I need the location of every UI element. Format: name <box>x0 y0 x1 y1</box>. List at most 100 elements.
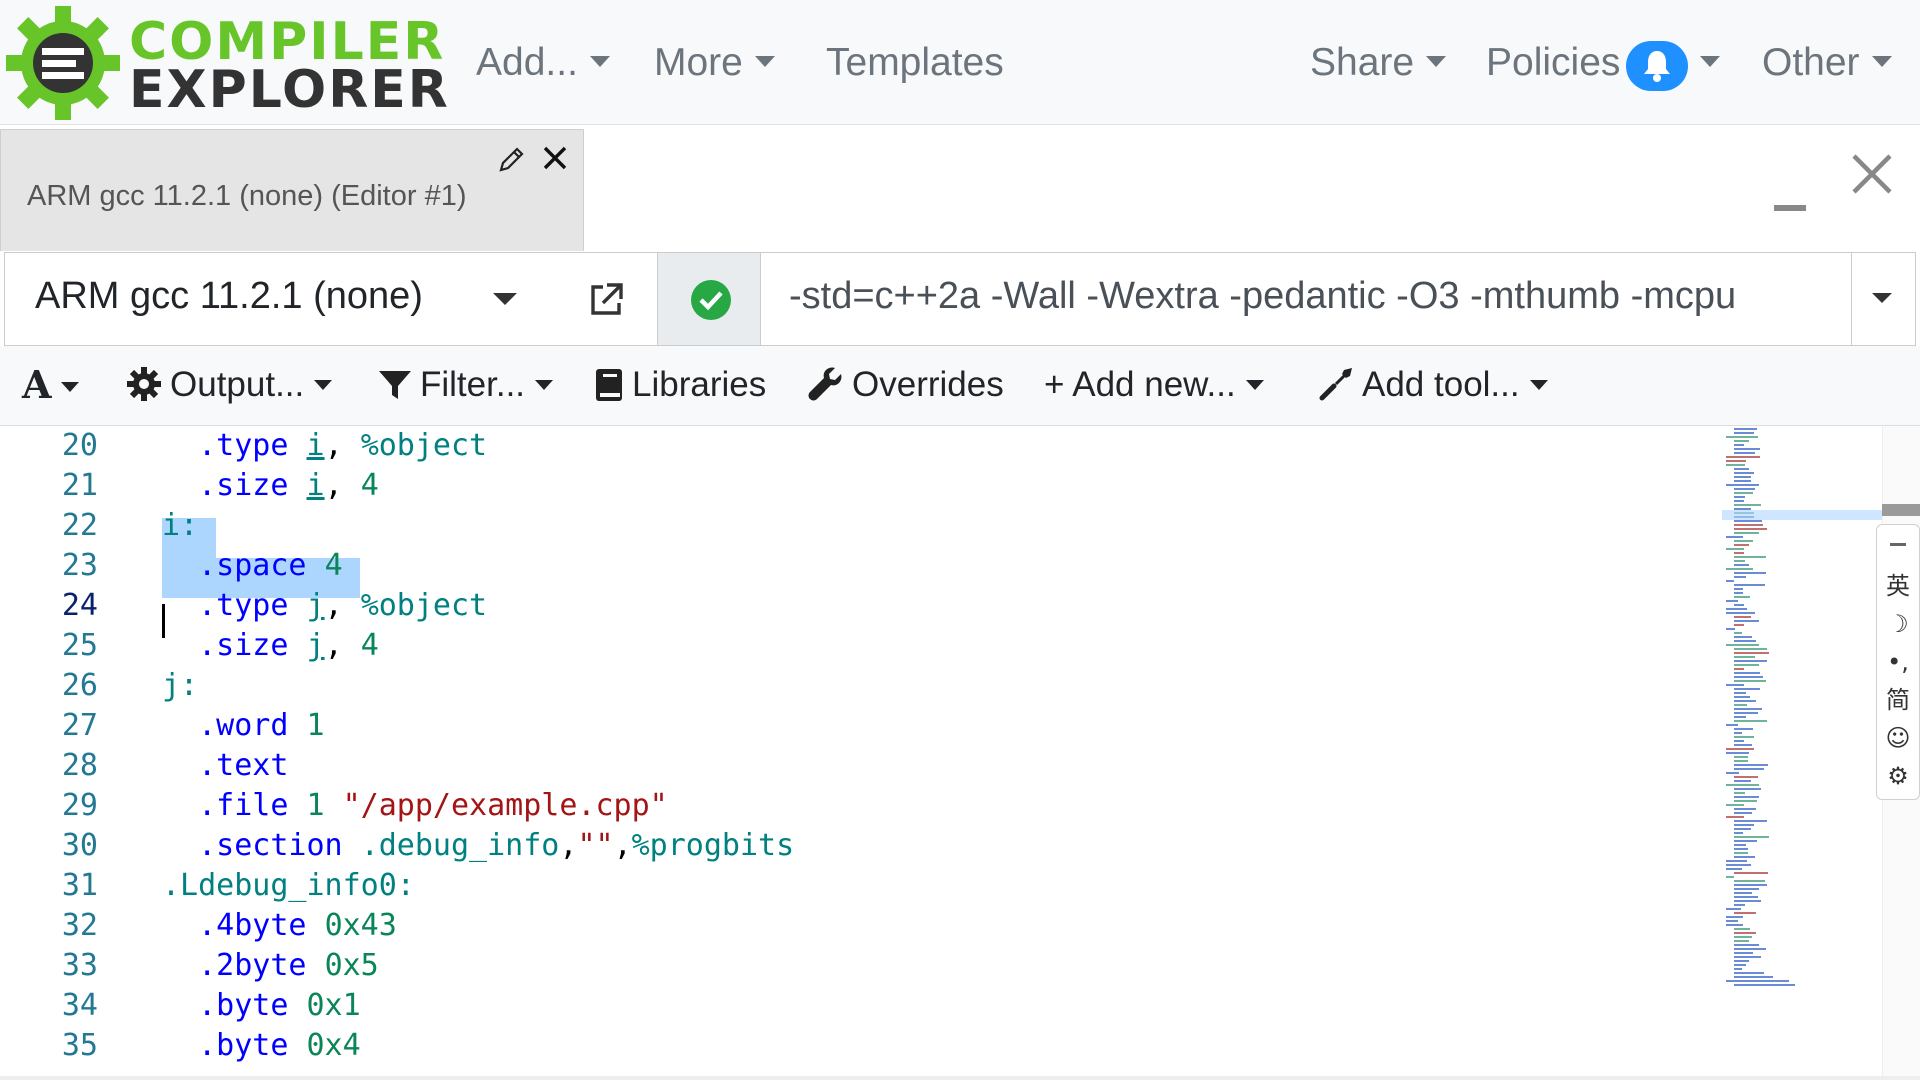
add-tool-menu[interactable]: Add tool... <box>1318 362 1548 408</box>
minimap-line <box>1734 852 1748 854</box>
assembly-output-editor[interactable]: 20 .type i, %object 21 .size i, 4 22 i: 23 .… <box>0 426 1920 1080</box>
ime-button[interactable]: ⚙ <box>1877 757 1919 795</box>
code-line: 33 .2byte 0x5 <box>0 946 1700 986</box>
minimap-line <box>1734 692 1746 694</box>
code-line: 21 .size i, 4 <box>0 466 1700 506</box>
code-line: 26 j: <box>0 666 1700 706</box>
code-token: .word <box>198 708 289 743</box>
close-pane-icon[interactable] <box>1848 150 1896 198</box>
code-line: 35 .byte 0x4 <box>0 1026 1700 1066</box>
minimize-icon[interactable] <box>1772 181 1808 217</box>
minimap-line <box>1734 756 1748 758</box>
minimap-line <box>1734 604 1744 606</box>
minimap-viewport[interactable] <box>1722 510 1882 520</box>
minimap-line <box>1734 528 1767 530</box>
minimap-line <box>1726 752 1749 754</box>
line-source: .byte 0x1 <box>162 986 361 1026</box>
add-new-menu[interactable]: + Add new... <box>1044 362 1264 408</box>
chevron-down-icon <box>61 382 80 392</box>
minimap-line <box>1734 788 1761 790</box>
code-token: .size <box>198 468 289 503</box>
compile-status[interactable] <box>657 253 761 345</box>
compiler-picker[interactable]: ARM gcc 11.2.1 (none) <box>5 253 655 345</box>
nav-other-menu[interactable]: Other <box>1762 38 1892 88</box>
code-line: 32 .4byte 0x43 <box>0 906 1700 946</box>
code-token: j <box>306 628 325 663</box>
minimap-line <box>1734 552 1744 554</box>
minimap-line <box>1726 580 1734 582</box>
ime-button[interactable]: ☽ <box>1877 605 1919 643</box>
minimap-line <box>1734 844 1746 846</box>
minimap-line <box>1734 736 1754 738</box>
nav-add-label: Add... <box>476 41 578 84</box>
gear-icon <box>127 367 161 401</box>
flags-dropdown-button[interactable] <box>1851 253 1915 345</box>
minimap-line <box>1734 616 1751 618</box>
output-menu[interactable]: Output... <box>126 362 333 408</box>
screwdriver-icon <box>1319 368 1352 401</box>
external-link-icon[interactable] <box>587 281 625 319</box>
pencil-icon[interactable] <box>497 144 527 174</box>
code-token: .section <box>198 828 343 863</box>
ime-button[interactable]: •, <box>1877 643 1919 681</box>
code-line: 27 .word 1 <box>0 706 1700 746</box>
minimap-line <box>1734 584 1765 586</box>
line-number: 25 <box>61 628 98 663</box>
minimap-line <box>1726 920 1738 922</box>
line-number: 31 <box>61 868 98 903</box>
tab-compiler-editor-1[interactable]: ARM gcc 11.2.1 (none) (Editor #1) <box>0 129 584 251</box>
minimap-line <box>1726 784 1759 786</box>
minimap-line <box>1734 468 1749 470</box>
minimap-line <box>1726 464 1745 466</box>
code-token: , <box>324 468 361 503</box>
minimap-line <box>1734 696 1750 698</box>
code-token: "" <box>577 828 614 863</box>
minimap-line <box>1734 716 1746 718</box>
nav-more-menu[interactable]: More <box>654 38 775 88</box>
minimap-line <box>1734 792 1745 794</box>
line-source: .size i, 4 <box>162 466 379 506</box>
minimap-line <box>1726 804 1744 806</box>
minimap-line <box>1726 816 1744 818</box>
minimap-line <box>1734 620 1759 622</box>
chevron-down-icon <box>1245 380 1264 390</box>
minimap-line <box>1734 428 1757 430</box>
minimap-line <box>1734 596 1750 598</box>
nav-share-menu[interactable]: Share <box>1310 38 1447 88</box>
minimap-line <box>1734 952 1753 954</box>
minimap-line <box>1734 496 1745 498</box>
nav-templates-button[interactable]: Templates <box>826 38 1004 88</box>
filter-menu[interactable]: Filter... <box>378 362 554 408</box>
code-line: 30 .section .debug_info,"",%progbits <box>0 826 1700 866</box>
compiler-flags-input[interactable]: -std=c++2a -Wall -Wextra -pedantic -O3 -… <box>789 275 1849 318</box>
font-size-button[interactable]: A <box>22 362 80 408</box>
minimap-line <box>1734 632 1742 634</box>
compiler-explorer-logo[interactable]: COMPILER EXPLORER <box>4 4 448 122</box>
ime-button[interactable]: ☺ <box>1877 719 1919 757</box>
line-number: 21 <box>61 468 98 503</box>
libraries-button[interactable]: Libraries <box>594 362 766 408</box>
ime-button[interactable]: 英 <box>1877 567 1919 605</box>
output-label: Output... <box>170 365 305 404</box>
minimap-line <box>1726 772 1739 774</box>
minimap-line <box>1734 796 1759 798</box>
code-token: , <box>324 628 361 663</box>
code-token: 4 <box>324 548 343 583</box>
nav-policies-menu[interactable]: Policies <box>1486 38 1721 91</box>
minimap-line <box>1734 968 1742 970</box>
scrollbar-thumb[interactable] <box>1882 504 1920 516</box>
line-source: .Ldebug_info0: <box>162 866 415 906</box>
minimap-line <box>1734 704 1747 706</box>
overrides-button[interactable]: Overrides <box>808 362 1004 408</box>
line-number: 27 <box>61 708 98 743</box>
minimap-line <box>1734 896 1758 898</box>
minimap-line <box>1734 564 1749 566</box>
nav-templates-label: Templates <box>826 41 1004 84</box>
minimap-line <box>1726 860 1747 862</box>
ime-button[interactable]: 简 <box>1877 681 1919 719</box>
close-icon[interactable] <box>539 142 571 174</box>
ime-minimize[interactable] <box>1877 527 1919 565</box>
code-minimap[interactable] <box>1722 426 1882 1036</box>
nav-add-menu[interactable]: Add... <box>476 38 610 88</box>
